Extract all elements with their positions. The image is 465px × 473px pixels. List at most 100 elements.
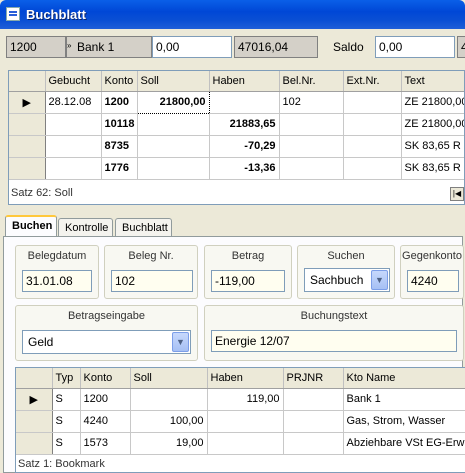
cell-soll[interactable] xyxy=(137,157,210,180)
table-row[interactable]: S 1573 19,00 Abziehbare VSt EG-Erw xyxy=(16,432,465,455)
cell-typ[interactable]: S xyxy=(52,410,81,433)
column-header-belnr[interactable]: Bel.Nr. xyxy=(279,71,344,92)
row-indicator[interactable] xyxy=(16,410,53,433)
column-header-kto-name[interactable]: Kto Name xyxy=(343,368,465,389)
cell-text[interactable]: SK 83,65 R xyxy=(401,135,464,158)
cell-typ[interactable]: S xyxy=(52,388,81,411)
betrag-label: Betrag xyxy=(231,250,265,262)
cell-haben[interactable]: 119,00 xyxy=(207,388,284,411)
gegenkonto-label: Gegenkonto xyxy=(402,250,462,262)
cell-konto[interactable]: 1573 xyxy=(80,432,131,455)
cell-soll[interactable]: 19,00 xyxy=(130,432,208,455)
cell-haben[interactable] xyxy=(207,432,284,455)
cell-konto[interactable]: 1776 xyxy=(101,157,138,180)
cell-extnr[interactable] xyxy=(343,135,402,158)
row-indicator[interactable] xyxy=(9,113,46,136)
column-header-typ[interactable]: Typ xyxy=(52,368,81,389)
cell-belnr[interactable] xyxy=(279,157,344,180)
cell-extnr[interactable] xyxy=(343,113,402,136)
table-row[interactable]: 8735 -70,29 SK 83,65 R xyxy=(9,135,464,158)
column-header-haben[interactable]: Haben xyxy=(209,71,280,92)
belegdatum-label: Belegdatum xyxy=(27,250,87,262)
betragseingabe-select[interactable]: Geld ▼ xyxy=(22,330,191,354)
cell-kto-name[interactable]: Gas, Strom, Wasser xyxy=(343,410,465,433)
column-header-text[interactable]: Text xyxy=(401,71,464,92)
grid-header-row: Typ Konto Soll Haben PRJNR Kto Name xyxy=(16,368,465,389)
buchungs-grid[interactable]: Typ Konto Soll Haben PRJNR Kto Name ▶ S … xyxy=(15,367,465,473)
cell-haben[interactable]: -13,36 xyxy=(209,157,280,180)
betrag-field[interactable]: 0,00 xyxy=(152,36,232,58)
cell-haben[interactable] xyxy=(209,91,280,114)
column-header-haben[interactable]: Haben xyxy=(207,368,284,389)
grid-status-text: Satz 62: Soll xyxy=(11,187,73,199)
gegenkonto-input[interactable]: 4240 xyxy=(407,270,459,292)
cell-haben[interactable] xyxy=(207,410,284,433)
row-indicator[interactable] xyxy=(9,135,46,158)
tab-buchen[interactable]: Buchen xyxy=(5,215,57,238)
row-pointer-icon: ▶ xyxy=(9,91,46,114)
cell-konto[interactable]: 10118 xyxy=(101,113,138,136)
cell-belnr[interactable] xyxy=(279,113,344,136)
title-bar[interactable]: Buchblatt xyxy=(0,0,465,29)
row-indicator[interactable] xyxy=(16,432,53,455)
cell-konto[interactable]: 8735 xyxy=(101,135,138,158)
cell-prjnr[interactable] xyxy=(283,432,344,455)
cell-extnr[interactable] xyxy=(343,91,402,114)
cell-belnr[interactable]: 102 xyxy=(279,91,344,114)
table-row[interactable]: ▶ 28.12.08 1200 21800,00 102 ZE 21800,00 xyxy=(9,90,464,114)
buchungstext-input[interactable]: Energie 12/07 xyxy=(211,330,457,352)
column-header-soll[interactable]: Soll xyxy=(130,368,208,389)
cell-soll-selected[interactable]: 21800,00 xyxy=(136,90,210,114)
cell-gebucht[interactable] xyxy=(45,135,102,158)
cell-gebucht[interactable] xyxy=(45,113,102,136)
cell-text[interactable]: SK 83,65 R xyxy=(401,157,464,180)
column-header-konto[interactable]: Konto xyxy=(80,368,131,389)
cell-text[interactable]: ZE 21800,00 xyxy=(401,91,464,114)
belegdatum-group: Belegdatum 31.01.08 xyxy=(15,245,99,299)
column-header-soll[interactable]: Soll xyxy=(137,71,210,92)
cell-haben[interactable]: -70,29 xyxy=(209,135,280,158)
cell-haben[interactable]: 21883,65 xyxy=(209,113,280,136)
window-title: Buchblatt xyxy=(26,7,86,22)
cell-soll[interactable] xyxy=(137,135,210,158)
belegnr-input[interactable]: 102 xyxy=(111,270,193,292)
cell-konto[interactable]: 1200 xyxy=(80,388,131,411)
cell-konto[interactable]: 1200 xyxy=(101,91,138,114)
cell-soll[interactable] xyxy=(130,388,208,411)
cell-kto-name[interactable]: Bank 1 xyxy=(343,388,465,411)
journal-grid[interactable]: Gebucht Konto Soll Haben Bel.Nr. Ext.Nr.… xyxy=(8,70,465,205)
chevron-down-icon[interactable]: ▼ xyxy=(172,332,189,352)
column-header-gebucht[interactable]: Gebucht xyxy=(45,71,102,92)
table-row[interactable]: 10118 21883,65 ZE 21800,00 xyxy=(9,113,464,136)
column-header-konto[interactable]: Konto xyxy=(101,71,138,92)
suchen-label: Suchen xyxy=(327,250,365,262)
cell-extnr[interactable] xyxy=(343,157,402,180)
chevron-down-icon[interactable]: ▼ xyxy=(371,270,388,290)
cell-prjnr[interactable] xyxy=(283,388,344,411)
suchen-select[interactable]: Sachbuch ▼ xyxy=(304,268,390,292)
buchungstext-label: Buchungstext xyxy=(300,310,368,322)
cell-soll[interactable] xyxy=(137,113,210,136)
cell-gebucht[interactable] xyxy=(45,157,102,180)
betrag-group: Betrag -119,00 xyxy=(204,245,292,299)
cell-text[interactable]: ZE 21800,00 xyxy=(401,113,464,136)
cell-prjnr[interactable] xyxy=(283,410,344,433)
column-header-prjnr[interactable]: PRJNR xyxy=(283,368,344,389)
table-row[interactable]: 1776 -13,36 SK 83,65 R xyxy=(9,157,464,180)
table-row[interactable]: S 4240 100,00 Gas, Strom, Wasser xyxy=(16,410,465,433)
cell-gebucht[interactable]: 28.12.08 xyxy=(45,91,102,114)
cell-typ[interactable]: S xyxy=(52,432,81,455)
belegdatum-input[interactable]: 31.01.08 xyxy=(22,270,92,292)
row-indicator[interactable] xyxy=(9,157,46,180)
table-row[interactable]: ▶ S 1200 119,00 Bank 1 xyxy=(16,388,465,411)
column-header-extnr[interactable]: Ext.Nr. xyxy=(343,71,402,92)
cell-belnr[interactable] xyxy=(279,135,344,158)
indicator-header xyxy=(9,71,46,92)
first-record-icon[interactable]: |◀ xyxy=(450,187,464,201)
belegnr-label: Beleg Nr. xyxy=(128,250,174,262)
cell-soll[interactable]: 100,00 xyxy=(130,410,208,433)
cell-konto[interactable]: 4240 xyxy=(80,410,131,433)
cell-kto-name[interactable]: Abziehbare VSt EG-Erw xyxy=(343,432,465,455)
suchen-group: Suchen Sachbuch ▼ xyxy=(297,245,395,299)
betrag-input[interactable]: -119,00 xyxy=(211,270,285,292)
